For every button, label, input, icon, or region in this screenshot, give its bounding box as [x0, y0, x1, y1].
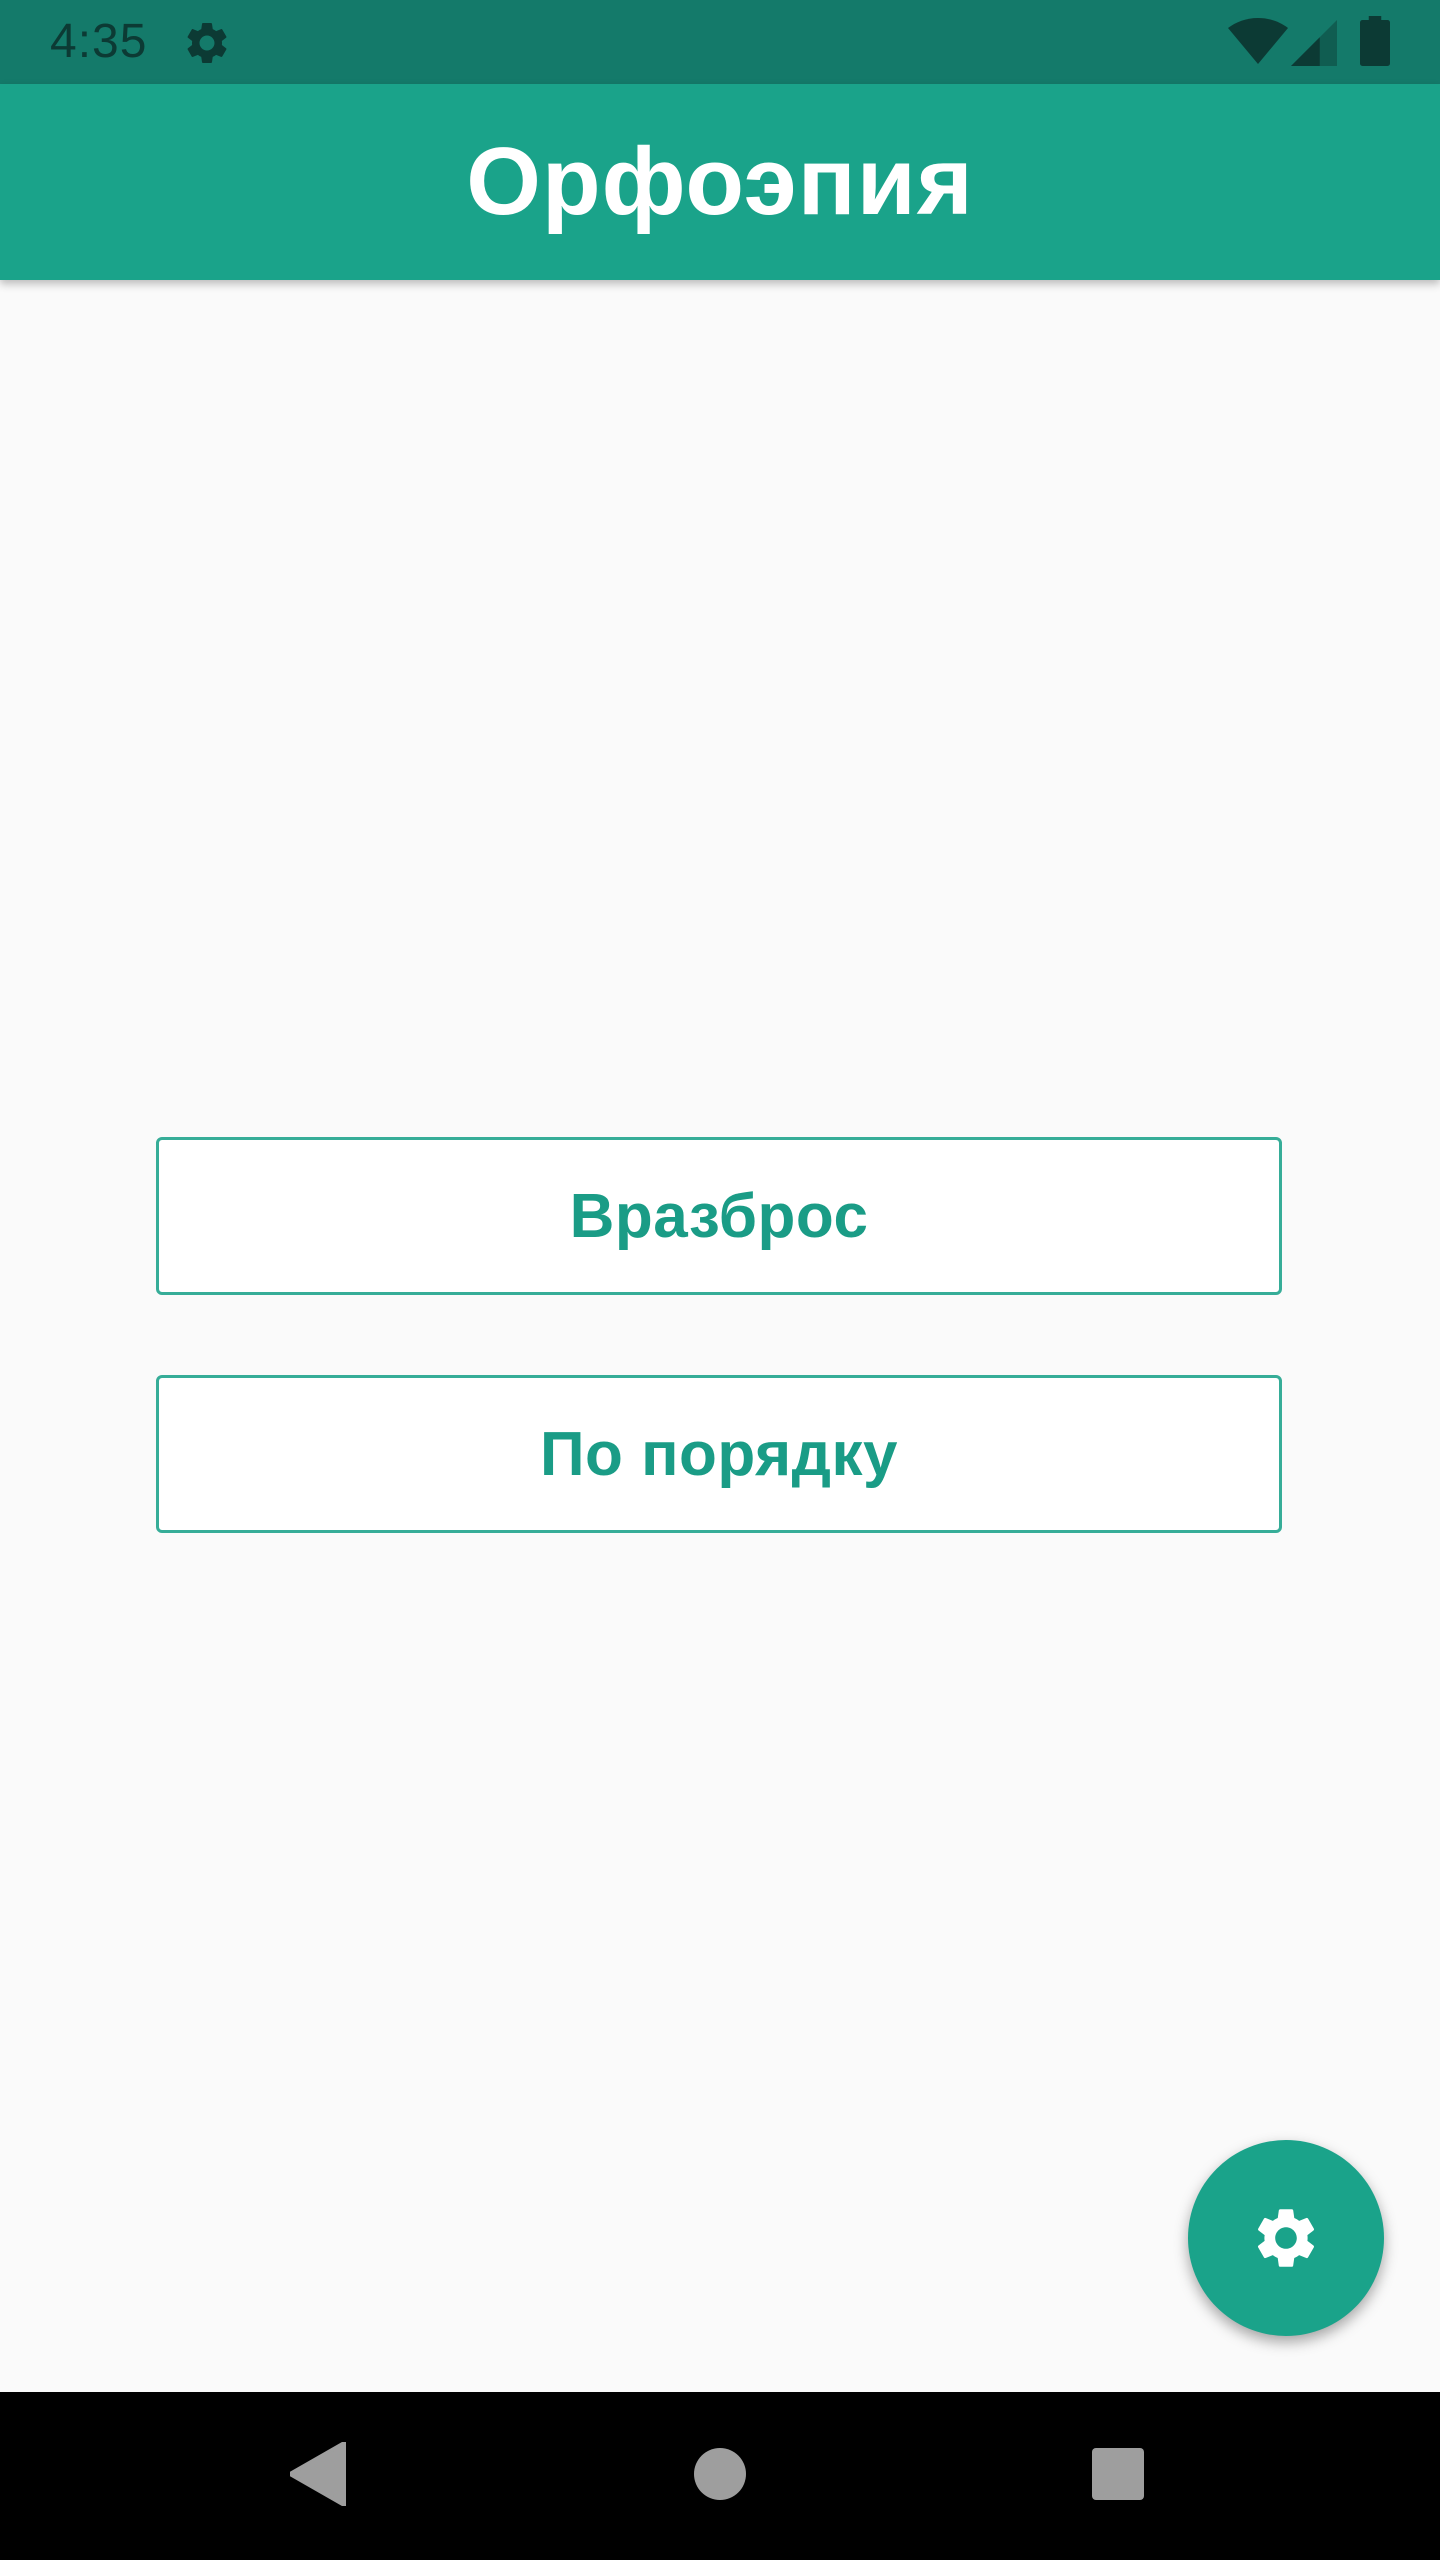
app-title: Орфоэпия — [466, 128, 974, 235]
signal-icon — [1291, 20, 1337, 66]
gear-icon — [187, 22, 227, 63]
status-time: 4:35 — [50, 15, 148, 68]
random-order-button-label: Вразброс — [569, 1181, 869, 1251]
random-order-button[interactable]: Вразброс — [156, 1137, 1282, 1295]
wifi-icon — [1228, 18, 1288, 64]
sequential-order-button[interactable]: По порядку — [156, 1375, 1282, 1533]
status-bar: 4:35 — [0, 0, 1440, 84]
app-bar: Орфоэпия — [0, 84, 1440, 280]
navigation-bar — [0, 2392, 1440, 2560]
gear-icon — [1257, 2209, 1315, 2267]
home-icon[interactable] — [694, 2448, 746, 2500]
sequential-order-button-label: По порядку — [539, 1419, 899, 1489]
battery-icon — [1360, 16, 1390, 66]
recents-icon[interactable] — [1092, 2448, 1144, 2500]
settings-fab[interactable] — [1188, 2140, 1384, 2336]
back-icon[interactable] — [290, 2442, 346, 2506]
